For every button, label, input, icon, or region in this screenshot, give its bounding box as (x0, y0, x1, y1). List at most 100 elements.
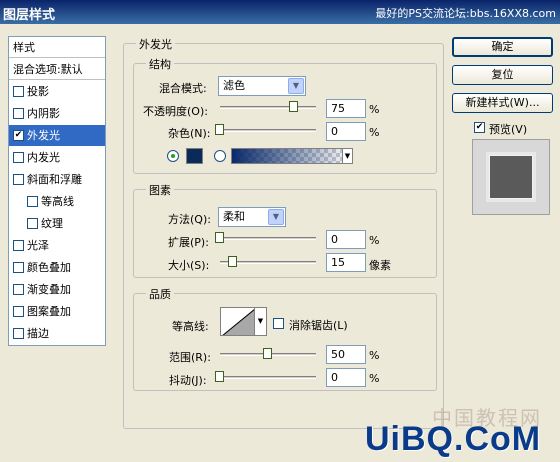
sidebar-item-checkbox[interactable] (13, 305, 24, 317)
sidebar-item-checkbox[interactable] (13, 85, 24, 97)
opacity-label: 不透明度(O): (143, 105, 208, 118)
glow-color-swatch[interactable] (186, 148, 203, 164)
method-value: 柔和 (223, 210, 245, 223)
sidebar-item[interactable]: 投影 (9, 81, 105, 102)
window-title: 图层样式 (3, 8, 56, 23)
sidebar-item[interactable]: 描边 (9, 323, 105, 344)
sidebar-item-label: 渐变叠加 (27, 283, 71, 296)
preview-square (486, 152, 536, 202)
preview-label: 预览(V) (489, 123, 528, 136)
sidebar-item-checkbox[interactable] (27, 217, 38, 229)
sidebar-item-label: 纹理 (41, 217, 63, 230)
noise-input[interactable]: 0 (326, 122, 366, 141)
range-unit: % (369, 349, 380, 362)
sidebar-item-checkbox[interactable] (13, 327, 24, 339)
sidebar-item-checkbox[interactable] (13, 239, 24, 251)
jitter-slider[interactable] (220, 376, 316, 379)
sidebar-item-label: 斜面和浮雕 (27, 173, 82, 186)
opacity-slider[interactable] (220, 106, 316, 109)
sidebar-item[interactable]: 内发光 (9, 147, 105, 168)
sidebar-item[interactable]: 斜面和浮雕 (9, 169, 105, 190)
chevron-down-icon: ▼ (268, 209, 284, 225)
contour-curve-icon (222, 309, 254, 335)
ok-button[interactable]: 确定 (452, 37, 553, 57)
size-input[interactable]: 15 (326, 253, 366, 272)
sidebar-item-label: 混合选项:默认 (13, 63, 83, 76)
sidebar-item-label: 外发光 (27, 129, 60, 142)
sidebar-item[interactable]: 光泽 (9, 235, 105, 256)
preview-checkbox[interactable]: ✔ (474, 122, 485, 133)
sidebar-item[interactable]: 纹理 (9, 213, 105, 234)
title-bar[interactable]: 图层样式 最好的PS交流论坛:bbs.16XX8.com (0, 0, 560, 24)
jitter-label: 抖动(J): (169, 374, 207, 387)
sidebar-item-checkbox[interactable]: ✔ (13, 129, 24, 141)
forum-banner: 最好的PS交流论坛:bbs.16XX8.com (375, 7, 556, 20)
sidebar-header-label: 样式 (13, 41, 35, 54)
spread-slider[interactable] (220, 237, 316, 240)
noise-unit: % (369, 126, 380, 139)
sidebar-item-label: 光泽 (27, 239, 49, 252)
contour-picker[interactable] (220, 307, 255, 336)
jitter-input[interactable]: 0 (326, 368, 366, 387)
spread-slider-thumb[interactable] (215, 232, 224, 243)
new-style-button[interactable]: 新建样式(W)... (452, 93, 553, 113)
sidebar-item-checkbox[interactable] (27, 195, 38, 207)
chevron-down-icon: ▼ (342, 149, 352, 163)
chevron-down-icon: ▼ (288, 78, 304, 94)
jitter-unit: % (369, 372, 380, 385)
reset-button[interactable]: 复位 (452, 65, 553, 85)
contour-label: 等高线: (172, 320, 209, 333)
method-select[interactable]: 柔和 ▼ (218, 207, 286, 227)
sidebar-item[interactable]: ✔ 外发光 (9, 125, 105, 146)
range-slider-thumb[interactable] (263, 348, 272, 359)
sidebar-item-label: 投影 (27, 85, 49, 98)
sidebar-item-label: 等高线 (41, 195, 74, 208)
glow-gradient-picker[interactable]: ▼ (231, 148, 353, 164)
sidebar-item[interactable]: 渐变叠加 (9, 279, 105, 300)
blend-mode-select[interactable]: 滤色 ▼ (218, 76, 306, 96)
sidebar-item-label: 描边 (27, 327, 49, 340)
method-label: 方法(Q): (168, 213, 211, 226)
sidebar-item-checkbox[interactable] (13, 151, 24, 163)
elements-title: 图素 (146, 182, 174, 198)
noise-slider-thumb[interactable] (215, 124, 224, 135)
antialias-label: 消除锯齿(L) (289, 319, 348, 332)
opacity-slider-thumb[interactable] (289, 101, 298, 112)
style-preview-thumbnail (472, 139, 550, 215)
sidebar-item-label: 颜色叠加 (27, 261, 71, 274)
watermark-logo: UiBQ.CoM (365, 420, 542, 458)
opacity-unit: % (369, 103, 380, 116)
sidebar-item[interactable]: 图案叠加 (9, 301, 105, 322)
antialias-checkbox[interactable] (273, 318, 284, 329)
sidebar-item[interactable]: 内阴影 (9, 103, 105, 124)
solid-color-radio[interactable] (167, 150, 179, 162)
blend-mode-label: 混合模式: (159, 82, 207, 95)
sidebar-item-blend-options[interactable]: 混合选项:默认 (9, 59, 105, 80)
blend-mode-value: 滤色 (223, 79, 245, 92)
sidebar-item[interactable]: 颜色叠加 (9, 257, 105, 278)
sidebar-item[interactable]: 等高线 (9, 191, 105, 212)
spread-unit: % (369, 234, 380, 247)
jitter-slider-thumb[interactable] (215, 371, 224, 382)
gradient-radio[interactable] (214, 150, 226, 162)
sidebar-item-checkbox[interactable] (13, 283, 24, 295)
structure-title: 结构 (146, 56, 174, 72)
sidebar-item-checkbox[interactable] (13, 261, 24, 273)
sidebar-item-label: 图案叠加 (27, 305, 71, 318)
sidebar-header-styles[interactable]: 样式 (9, 37, 105, 58)
styles-sidebar: 样式 混合选项:默认 投影 内阴影 ✔ 外发光 内发光 斜面和浮雕 等高线 纹理 光泽 颜色叠加渐… (8, 36, 106, 346)
opacity-input[interactable]: 75 (326, 99, 366, 118)
spread-input[interactable]: 0 (326, 230, 366, 249)
size-label: 大小(S): (168, 259, 210, 272)
quality-title: 品质 (146, 286, 174, 302)
size-slider-thumb[interactable] (228, 256, 237, 267)
noise-label: 杂色(N): (168, 127, 211, 140)
sidebar-item-checkbox[interactable] (13, 107, 24, 119)
panel-title: 外发光 (136, 36, 175, 52)
range-label: 范围(R): (169, 351, 211, 364)
spread-label: 扩展(P): (168, 236, 209, 249)
range-input[interactable]: 50 (326, 345, 366, 364)
noise-slider[interactable] (220, 129, 316, 132)
chevron-down-icon[interactable]: ▼ (255, 307, 267, 336)
sidebar-item-checkbox[interactable] (13, 173, 24, 185)
